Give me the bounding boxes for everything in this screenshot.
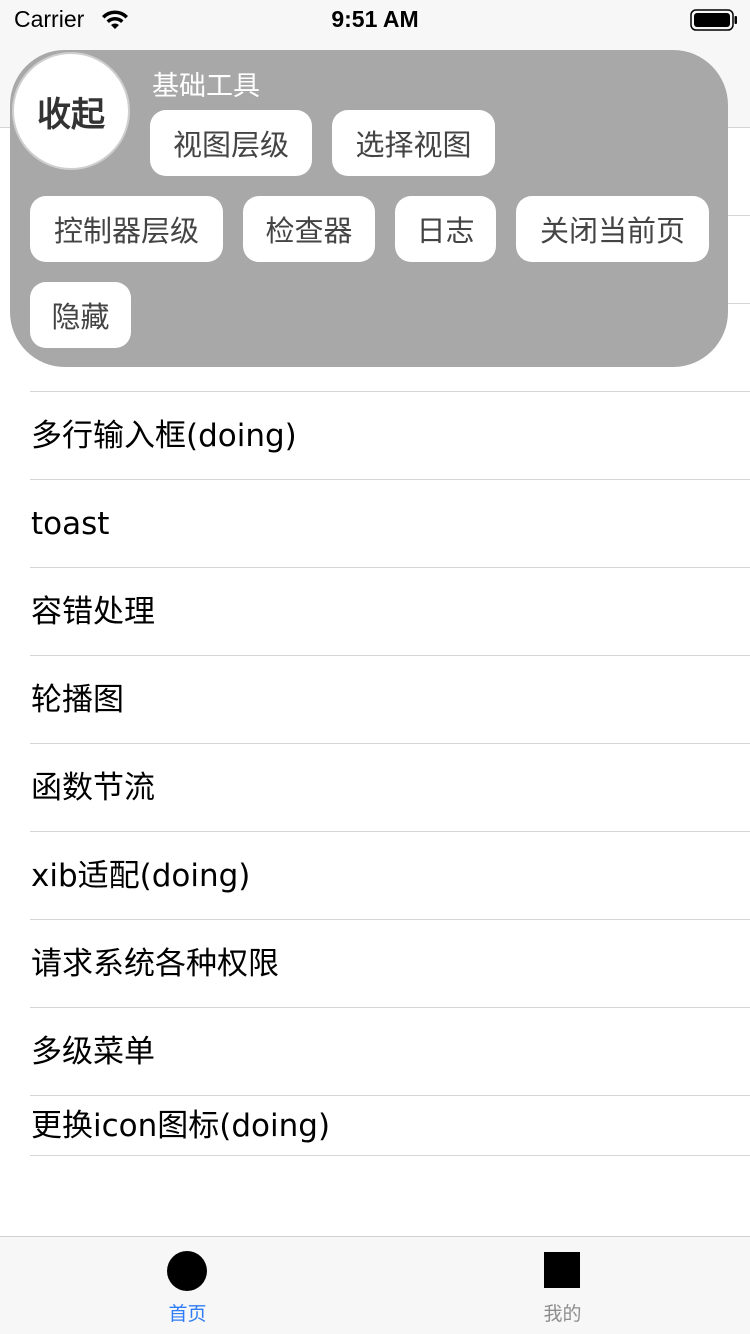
- list-item[interactable]: 容错处理: [30, 568, 750, 656]
- list-item[interactable]: 多级菜单: [30, 1008, 750, 1096]
- close-current-page-button[interactable]: 关闭当前页: [516, 196, 709, 262]
- select-view-button[interactable]: 选择视图: [332, 110, 495, 176]
- mine-square-icon: [544, 1252, 580, 1288]
- collapse-button[interactable]: 收起: [12, 52, 130, 170]
- list-item[interactable]: 轮播图: [30, 656, 750, 744]
- home-circle-icon: [167, 1251, 207, 1291]
- view-hierarchy-button[interactable]: 视图层级: [150, 110, 312, 176]
- tab-bar: 首页 我的: [0, 1236, 750, 1334]
- controller-hierarchy-button[interactable]: 控制器层级: [30, 196, 223, 262]
- hide-button[interactable]: 隐藏: [30, 282, 131, 348]
- tab-home-label: 首页: [168, 1303, 207, 1325]
- list-item[interactable]: toast: [30, 480, 750, 568]
- list-item[interactable]: 请求系统各种权限: [30, 920, 750, 1008]
- tab-mine-label: 我的: [543, 1303, 582, 1325]
- log-button[interactable]: 日志: [395, 196, 496, 262]
- battery-icon: [690, 9, 737, 31]
- status-bar: Carrier 9:51 AM: [0, 0, 750, 40]
- list-item[interactable]: 多行输入框(doing): [30, 392, 750, 480]
- list-item[interactable]: 更换icon图标(doing): [30, 1096, 750, 1156]
- list-item[interactable]: 函数节流: [30, 744, 750, 832]
- list-item[interactable]: xib适配(doing): [30, 832, 750, 920]
- inspector-button[interactable]: 检查器: [243, 196, 375, 262]
- tab-mine[interactable]: 我的: [375, 1237, 750, 1334]
- tool-section-title: 基础工具: [152, 71, 260, 102]
- status-time: 9:51 AM: [331, 6, 419, 32]
- tab-home[interactable]: 首页: [0, 1237, 375, 1334]
